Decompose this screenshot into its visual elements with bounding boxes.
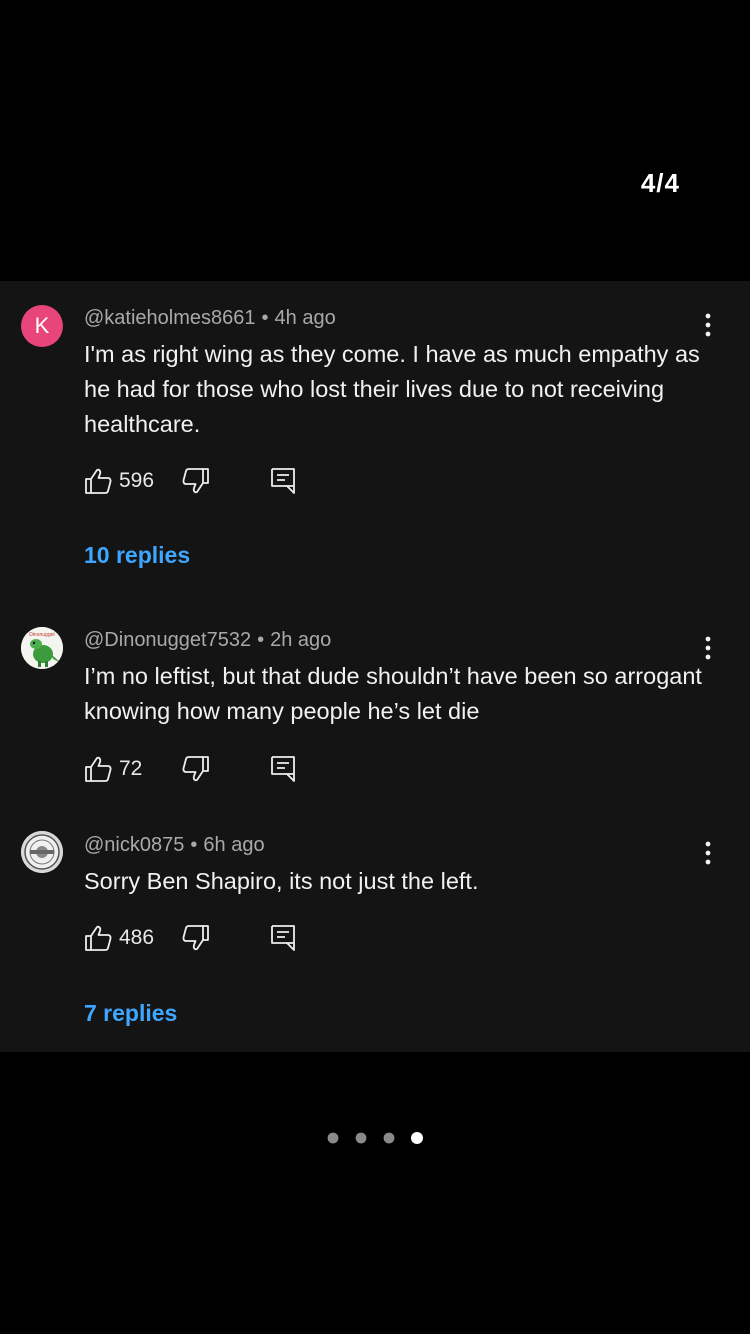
comment-meta: @nick0875 • 6h ago (84, 834, 265, 856)
comment-meta: @katieholmes8661 • 4h ago (84, 307, 336, 329)
more-options-icon[interactable] (698, 312, 718, 338)
reply-icon[interactable] (270, 924, 296, 952)
like-count: 486 (119, 926, 155, 949)
reply-icon[interactable] (270, 467, 296, 495)
screen: 4/4 K @katieholmes8661 • 4h ago I'm as rig… (0, 0, 750, 1334)
comment-meta: @Dinonugget7532 • 2h ago (84, 629, 332, 651)
more-options-icon[interactable] (698, 635, 718, 661)
dinosaur-avatar-icon: Dinonugget (21, 627, 63, 669)
page-indicator (0, 1132, 750, 1144)
timestamp: 4h ago (274, 307, 336, 329)
avatar[interactable]: Dinonugget (21, 627, 63, 669)
page-dot-active[interactable] (411, 1132, 423, 1144)
thumbs-down-icon[interactable] (182, 755, 210, 783)
comment-text: Sorry Ben Shapiro, its not just the left… (84, 868, 479, 894)
timestamp: 6h ago (203, 834, 265, 856)
username[interactable]: @Dinonugget7532 (84, 629, 251, 651)
image-counter: 4/4 (640, 168, 680, 198)
page-dot[interactable] (355, 1132, 367, 1144)
page-dot[interactable] (383, 1132, 395, 1144)
comment-text: I'm as right wing as they come. I have a… (84, 341, 700, 437)
comment-text: I’m no leftist, but that dude shouldn’t … (84, 663, 702, 724)
avatar[interactable]: K (21, 305, 63, 347)
thumbs-down-icon[interactable] (182, 924, 210, 952)
thumbs-up-icon[interactable] (84, 755, 112, 783)
avatar[interactable] (21, 831, 63, 873)
comments-panel: K @katieholmes8661 • 4h ago I'm as right w… (0, 281, 750, 1052)
seal-avatar-icon (21, 831, 63, 873)
page-dot[interactable] (327, 1132, 339, 1144)
avatar-letter: K (34, 313, 50, 338)
like-count: 596 (119, 469, 155, 492)
more-options-icon[interactable] (698, 840, 718, 866)
view-replies-link[interactable]: 7 replies (84, 1000, 177, 1027)
view-replies-link[interactable]: 10 replies (84, 542, 190, 569)
svg-text:Dinonugget: Dinonugget (29, 632, 55, 638)
thumbs-up-icon[interactable] (84, 467, 112, 495)
timestamp: 2h ago (270, 629, 332, 651)
thumbs-down-icon[interactable] (182, 467, 210, 495)
username[interactable]: @katieholmes8661 (84, 307, 256, 329)
thumbs-up-icon[interactable] (84, 924, 112, 952)
reply-icon[interactable] (270, 755, 296, 783)
like-count: 72 (119, 757, 143, 780)
username[interactable]: @nick0875 (84, 834, 184, 856)
